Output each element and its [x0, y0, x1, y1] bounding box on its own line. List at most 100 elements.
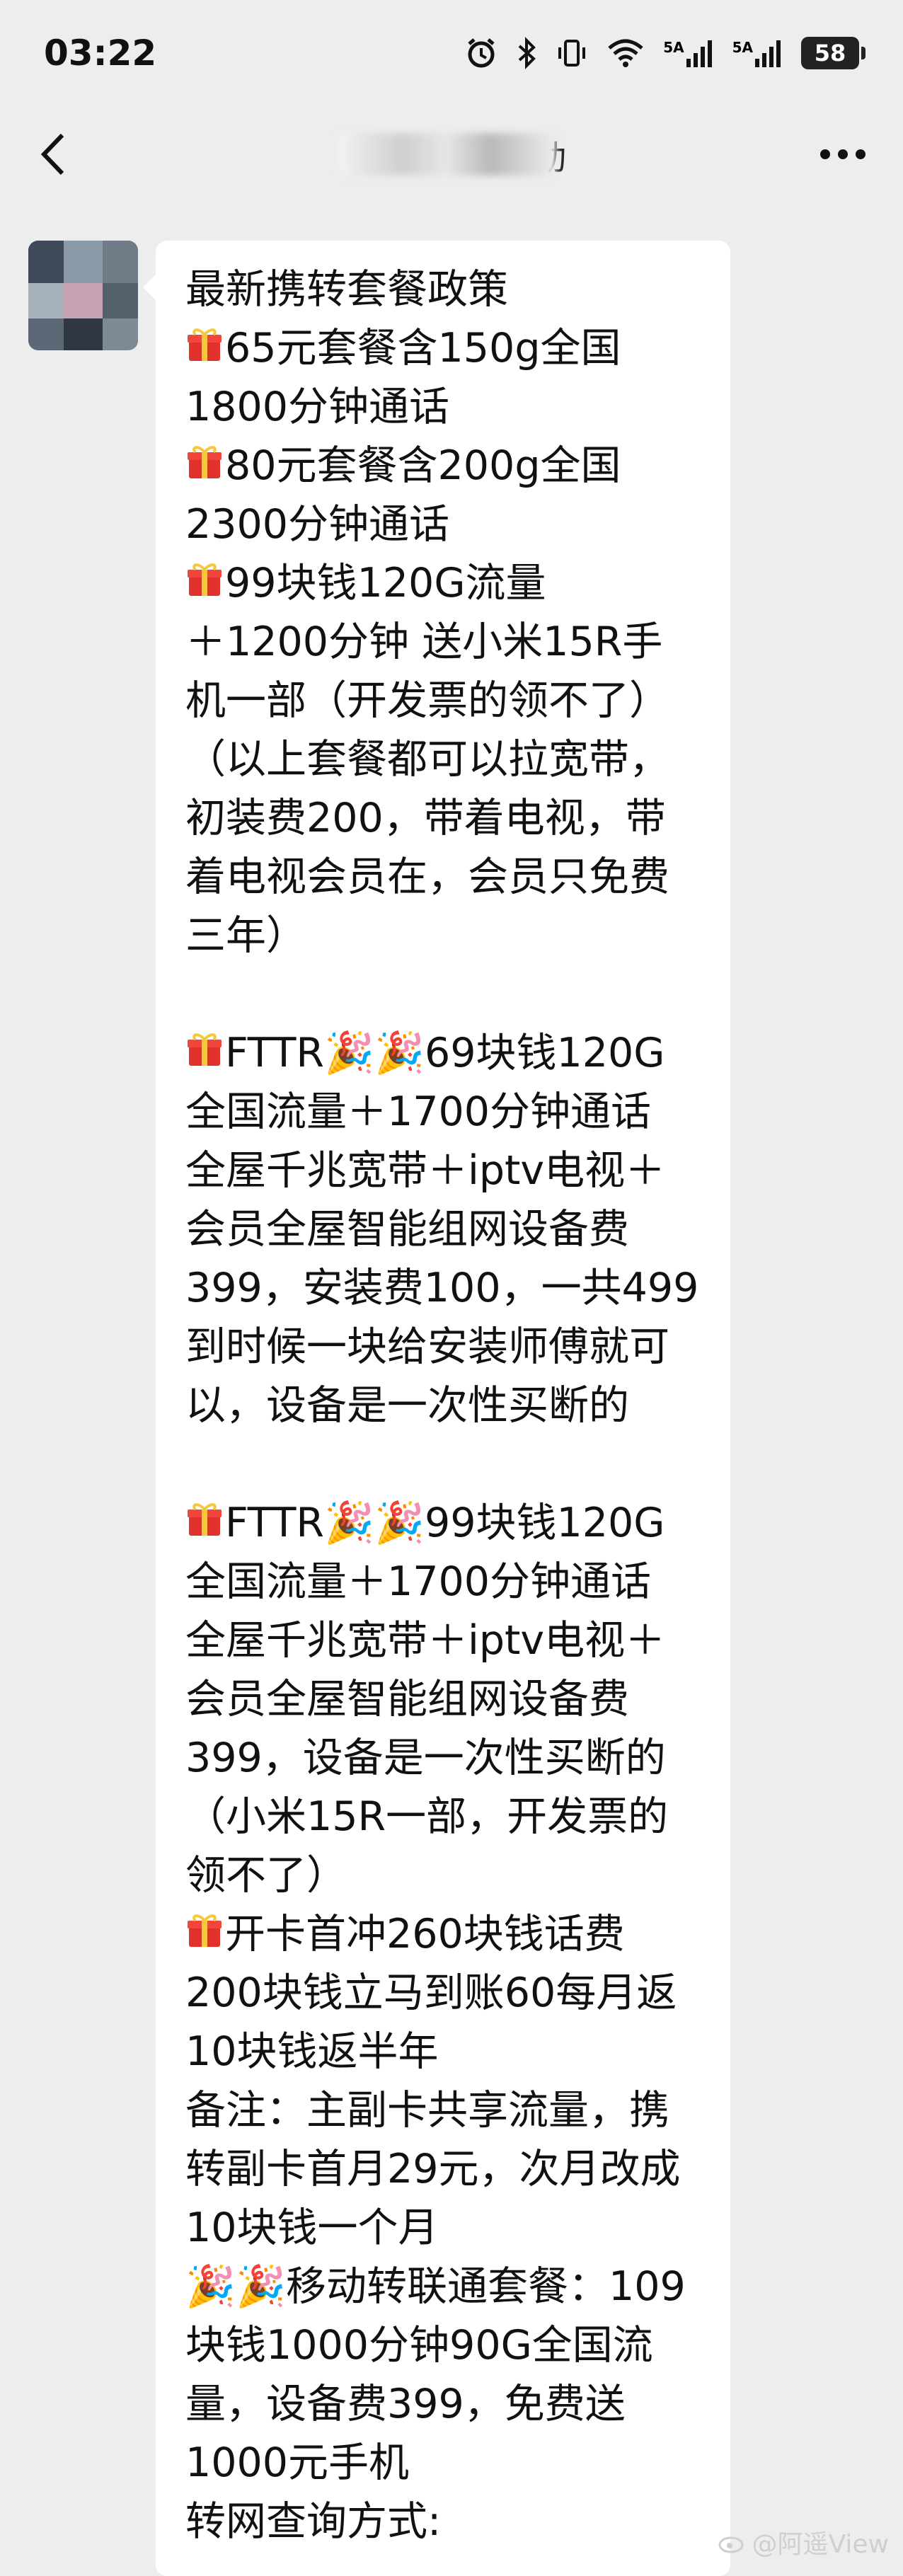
message-line-text: 初装费200，带着电视，带 [185, 795, 666, 841]
message-line: 开卡首冲260块钱话费 [185, 1905, 723, 1964]
message-line: 全屋千兆宽带＋iptv电视＋ [185, 1611, 723, 1670]
message-line-text: 10块钱一个月 [185, 2204, 439, 2251]
message-line: 10块钱返半年 [185, 2023, 723, 2081]
message-line-text: 1000元手机 [185, 2439, 410, 2486]
message-line-text: 99块钱120G流量 [225, 560, 546, 606]
message-line: 99块钱120G流量 [185, 554, 723, 613]
chat-header: 动 [0, 106, 903, 202]
message-line-text: 会员全屋智能组网设备费 [185, 1676, 629, 1723]
gift-emoji-icon [185, 439, 224, 498]
message-line: 初装费200，带着电视，带 [185, 789, 723, 848]
message-line-text: （小米15R一部，开发票的 [185, 1793, 669, 1840]
message-line-text: 量，设备费399，免费送 [185, 2381, 626, 2427]
message-line-text: 会员全屋智能组网设备费 [185, 1206, 629, 1253]
signal-bars-icon [686, 40, 712, 67]
message-line-text: 领不了） [185, 1852, 347, 1899]
message-line-text: 开卡首冲260块钱话费 [225, 1911, 625, 1957]
status-bar: 03:22 5A 5A 58 [0, 0, 903, 106]
message-line-text: 机一部（开发票的领不了） [185, 677, 669, 724]
signal-indicator-1: 5A [663, 39, 713, 67]
message-line: 量，设备费399，免费送 [185, 2375, 723, 2434]
message-line: 65元套餐含150g全国 [185, 319, 723, 378]
message-line: （以上套餐都可以拉宽带， [185, 730, 723, 789]
message-line-text: 块钱1000分钟90G全国流 [185, 2322, 653, 2369]
signal-indicator-2: 5A [732, 39, 783, 67]
alarm-icon [468, 38, 495, 68]
watermark-text: @阿遥View [752, 2530, 889, 2559]
message-line: 转网查询方式: [185, 2492, 723, 2551]
gift-emoji-icon [185, 1907, 224, 1966]
message-line-text: 转副卡首月29元，次月改成 [185, 2146, 681, 2192]
message-line: 以，设备是一次性买断的 [185, 1376, 723, 1435]
message-line: 三年） [185, 907, 723, 965]
back-icon[interactable] [35, 130, 71, 179]
message-line-text: 65元套餐含150g全国 [225, 325, 621, 372]
message-line-text: FTTR🎉🎉99块钱120G [225, 1500, 665, 1546]
gift-emoji-icon [185, 1496, 224, 1555]
network-label-2: 5A [732, 39, 753, 56]
message-line-text: 10块钱返半年 [185, 2028, 439, 2075]
message-line-text: 最新携转套餐政策 [185, 266, 508, 313]
message-line-text: 三年） [185, 912, 306, 959]
message-line: 全国流量＋1700分钟通话 [185, 1553, 723, 1611]
message-line: 全屋千兆宽带＋iptv电视＋ [185, 1142, 723, 1200]
signal-bars-icon [755, 40, 781, 67]
message-text: 最新携转套餐政策 65元套餐含150g全国 1800分钟通话 80元套餐含200g全国… [185, 260, 723, 2551]
message-line: 399，安装费100，一共499 [185, 1259, 723, 1318]
message-line-text: 399，安装费100，一共499 [185, 1265, 699, 1311]
message-line-text: 备注：主副卡共享流量，携 [185, 2087, 669, 2134]
weibo-logo-icon [718, 2536, 744, 2553]
message-line-text: 80元套餐含200g全国 [225, 442, 621, 489]
message-line-text: 着电视会员在，会员只免费 [185, 853, 669, 900]
battery-indicator: 58 [801, 37, 865, 69]
message-line: 1800分钟通话 [185, 378, 723, 437]
wifi-icon [608, 39, 643, 67]
message-line: FTTR🎉🎉69块钱120G [185, 1024, 723, 1083]
message-line-text: 到时候一块给安装师傅就可 [185, 1323, 669, 1370]
message-line: ＋1200分钟 送小米15R手 [185, 613, 723, 672]
message-line: 会员全屋智能组网设备费 [185, 1200, 723, 1259]
gift-emoji-icon [185, 556, 224, 615]
message-line: FTTR🎉🎉99块钱120G [185, 1494, 723, 1553]
bluetooth-icon [518, 37, 536, 69]
sender-avatar[interactable] [28, 241, 138, 350]
message-line: 领不了） [185, 1846, 723, 1905]
message-line-text: 转网查询方式: [185, 2498, 442, 2545]
message-bubble[interactable]: 最新携转套餐政策 65元套餐含150g全国 1800分钟通话 80元套餐含200g全国… [143, 241, 730, 2576]
gift-emoji-icon [185, 1026, 224, 1085]
message-line-text: 1800分钟通话 [185, 384, 450, 430]
message-line: 200块钱立马到账60每月返 [185, 1964, 723, 2023]
message-line-text: 全屋千兆宽带＋iptv电视＋ [185, 1617, 666, 1664]
message-line-text: 399，设备是一次性买断的 [185, 1735, 666, 1781]
message-line: 块钱1000分钟90G全国流 [185, 2316, 723, 2375]
message-line-text: 全国流量＋1700分钟通话 [185, 1558, 652, 1605]
message-line: 到时候一块给安装师傅就可 [185, 1318, 723, 1376]
message-line-text: ＋1200分钟 送小米15R手 [185, 619, 663, 665]
message-line: 2300分钟通话 [185, 495, 723, 554]
status-time: 03:22 [44, 33, 157, 74]
message-line-text: FTTR🎉🎉69块钱120G [225, 1030, 665, 1076]
message-line: 着电视会员在，会员只免费 [185, 848, 723, 907]
blurred-title [336, 132, 556, 176]
message-line-text: 全国流量＋1700分钟通话 [185, 1088, 652, 1135]
message-line-text: 以，设备是一次性买断的 [185, 1382, 629, 1429]
message-line-text: 全屋千兆宽带＋iptv电视＋ [185, 1147, 666, 1194]
watermark: @阿遥View [718, 2524, 889, 2560]
message-line: （小米15R一部，开发票的 [185, 1788, 723, 1846]
status-icons: 5A 5A 58 [465, 37, 865, 69]
message-line-text: 🎉🎉移动转联通套餐：109 [185, 2263, 686, 2310]
message-line: 会员全屋智能组网设备费 [185, 1670, 723, 1729]
vibrate-icon [558, 40, 586, 67]
message-line: 399，设备是一次性买断的 [185, 1729, 723, 1788]
message-line: 🎉🎉移动转联通套餐：109 [185, 2258, 723, 2316]
message-line: 转副卡首月29元，次月改成 [185, 2140, 723, 2199]
more-options-icon[interactable] [818, 147, 868, 161]
gift-emoji-icon [185, 321, 224, 380]
chat-title: 动 [0, 106, 903, 202]
message-line: 10块钱一个月 [185, 2199, 723, 2258]
message-line-text: 2300分钟通话 [185, 501, 450, 548]
message-line: 1000元手机 [185, 2434, 723, 2492]
message-line-text: 200块钱立马到账60每月返 [185, 1970, 677, 2016]
